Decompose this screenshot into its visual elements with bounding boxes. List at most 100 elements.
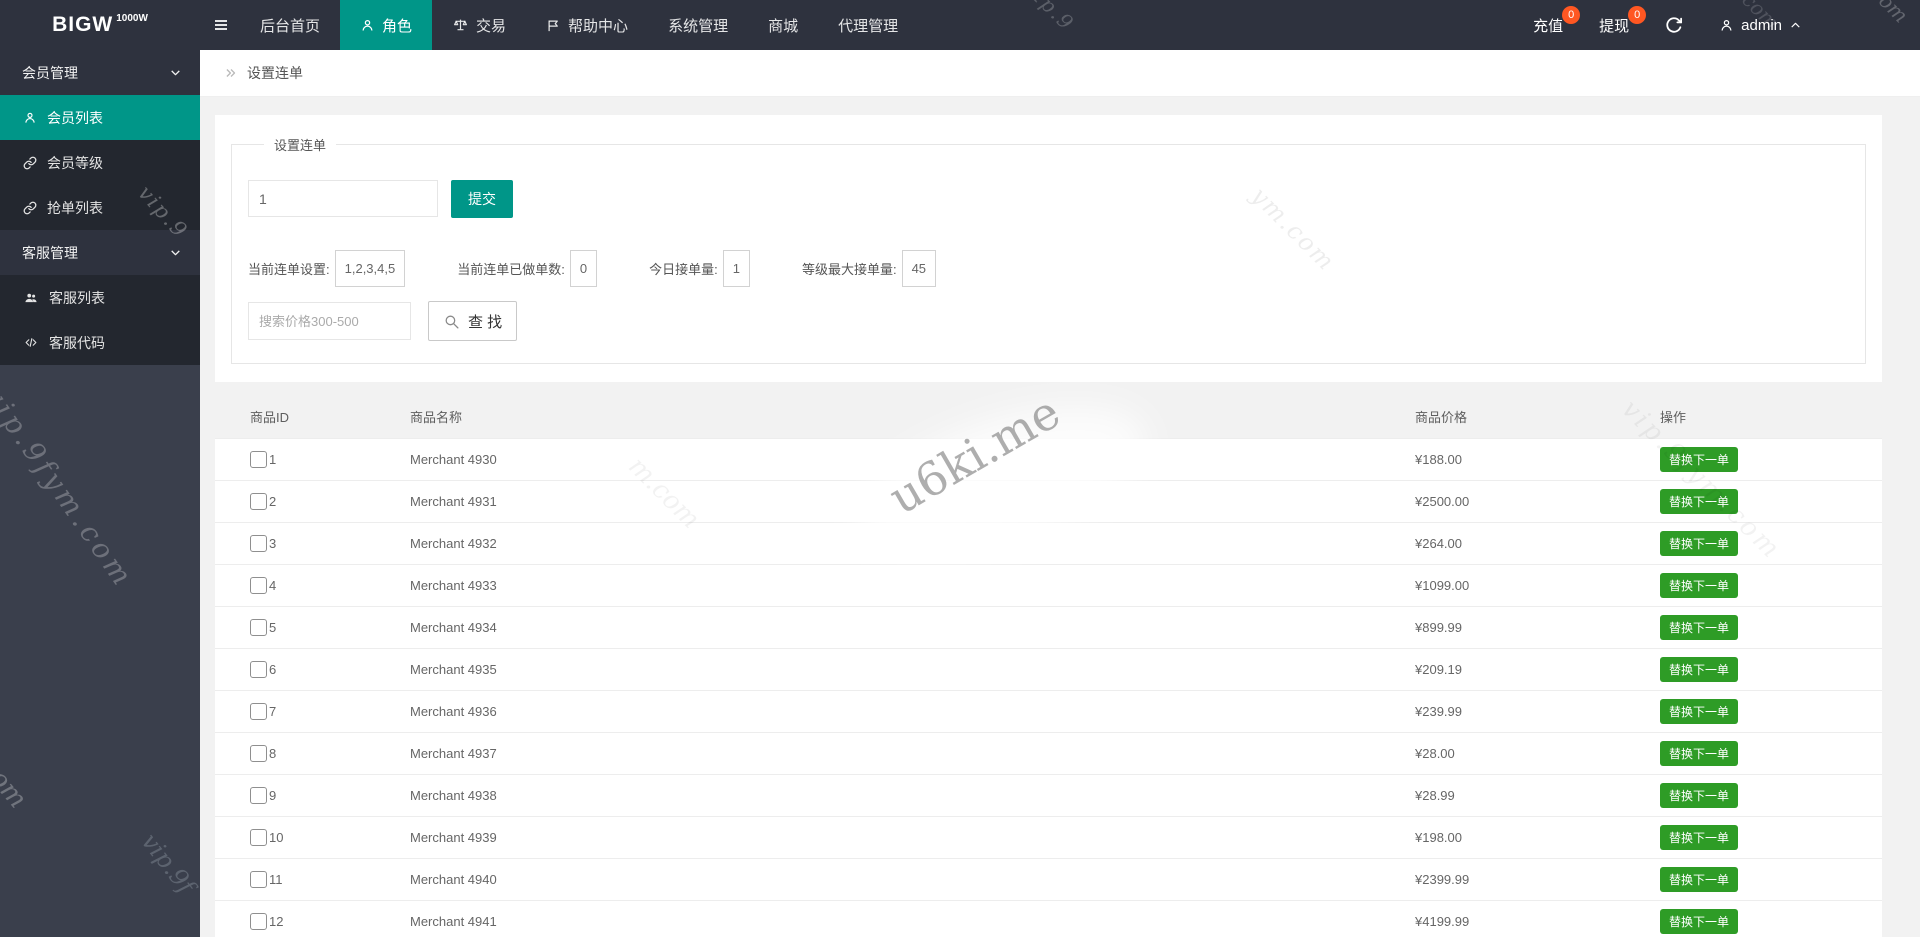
product-name: Merchant 4930 <box>410 452 497 467</box>
row-checkbox[interactable] <box>250 577 267 594</box>
product-price: ¥2500.00 <box>1415 494 1469 509</box>
refresh-icon <box>1665 16 1683 34</box>
replace-next-order-button[interactable]: 替换下一单 <box>1660 531 1738 556</box>
row-checkbox[interactable] <box>250 913 267 930</box>
stat-label: 当前连单已做单数: <box>457 259 565 278</box>
product-id: 7 <box>269 704 276 719</box>
product-id-cell: 12 <box>215 900 410 937</box>
user-icon <box>1719 18 1734 33</box>
product-name: Merchant 4941 <box>410 914 497 929</box>
row-checkbox[interactable] <box>250 829 267 846</box>
product-id-cell: 6 <box>215 648 410 690</box>
product-action-cell: 替换下一单 <box>1660 774 1882 816</box>
sidebar-item-member-list[interactable]: 会员列表 <box>0 95 200 140</box>
product-price: ¥198.00 <box>1415 830 1462 845</box>
nav-item-help-center[interactable]: 帮助中心 <box>526 0 648 50</box>
person-icon <box>360 18 375 33</box>
link-icon <box>23 201 37 215</box>
product-action-cell: 替换下一单 <box>1660 732 1882 774</box>
table-header-row: 商品ID 商品名称 商品价格 操作 <box>215 396 1882 438</box>
stat-today-orders: 今日接单量: 1 <box>649 250 750 287</box>
search-button[interactable]: 查 找 <box>428 301 517 341</box>
product-id: 12 <box>269 914 283 929</box>
product-price-cell: ¥239.99 <box>1415 690 1660 732</box>
product-price: ¥2399.99 <box>1415 872 1469 887</box>
stat-value: 45 <box>902 250 936 287</box>
stat-value: 0 <box>570 250 597 287</box>
row-checkbox[interactable] <box>250 745 267 762</box>
withdraw-button[interactable]: 提现 0 <box>1599 15 1629 36</box>
table-row: 6 Merchant 4935 ¥209.19 替换下一单 <box>215 648 1882 690</box>
stat-value: 1,2,3,4,5 <box>335 250 406 287</box>
sidebar-section-service-management[interactable]: 客服管理 <box>0 230 200 275</box>
replace-next-order-button[interactable]: 替换下一单 <box>1660 783 1738 808</box>
recharge-button[interactable]: 充值 0 <box>1533 15 1563 36</box>
product-action-cell: 替换下一单 <box>1660 522 1882 564</box>
navbar-right: 充值 0 提现 0 admin <box>1533 0 1920 50</box>
sidebar-item-service-list[interactable]: 客服列表 <box>0 275 200 320</box>
hamburger-menu-icon[interactable] <box>212 17 230 33</box>
main-area: 设置连单 设置连单 提交 当前连单设置: 1,2,3,4,5 当前连单已做单数: <box>200 50 1920 937</box>
product-name-cell: Merchant 4933 <box>410 564 1415 606</box>
table-row: 4 Merchant 4933 ¥1099.00 替换下一单 <box>215 564 1882 606</box>
product-id-cell: 7 <box>215 690 410 732</box>
submit-button[interactable]: 提交 <box>451 180 513 218</box>
nav-item-mall[interactable]: 商城 <box>748 0 818 50</box>
product-name-cell: Merchant 4931 <box>410 480 1415 522</box>
replace-next-order-button[interactable]: 替换下一单 <box>1660 615 1738 640</box>
chain-order-input[interactable] <box>248 180 438 217</box>
product-price-cell: ¥899.99 <box>1415 606 1660 648</box>
product-name-cell: Merchant 4940 <box>410 858 1415 900</box>
replace-next-order-button[interactable]: 替换下一单 <box>1660 909 1738 934</box>
product-price-cell: ¥28.99 <box>1415 774 1660 816</box>
product-id: 1 <box>269 452 276 467</box>
product-id-cell: 10 <box>215 816 410 858</box>
product-price-cell: ¥188.00 <box>1415 438 1660 480</box>
row-checkbox[interactable] <box>250 493 267 510</box>
replace-next-order-button[interactable]: 替换下一单 <box>1660 447 1738 472</box>
nav-item-dashboard[interactable]: 后台首页 <box>240 0 340 50</box>
search-button-label: 查 找 <box>468 311 502 332</box>
replace-next-order-button[interactable]: 替换下一单 <box>1660 825 1738 850</box>
nav-item-agents[interactable]: 代理管理 <box>818 0 918 50</box>
stats-row: 当前连单设置: 1,2,3,4,5 当前连单已做单数: 0 今日接单量: 1 等… <box>248 250 1849 287</box>
sidebar-item-label: 抢单列表 <box>47 198 103 218</box>
refresh-button[interactable] <box>1665 16 1683 34</box>
replace-next-order-button[interactable]: 替换下一单 <box>1660 741 1738 766</box>
row-checkbox[interactable] <box>250 619 267 636</box>
product-action-cell: 替换下一单 <box>1660 480 1882 522</box>
row-checkbox[interactable] <box>250 787 267 804</box>
price-search-input[interactable] <box>248 302 411 340</box>
row-checkbox[interactable] <box>250 871 267 888</box>
product-name: Merchant 4933 <box>410 578 497 593</box>
product-id-cell: 2 <box>215 480 410 522</box>
row-checkbox[interactable] <box>250 535 267 552</box>
product-name: Merchant 4934 <box>410 620 497 635</box>
replace-next-order-button[interactable]: 替换下一单 <box>1660 699 1738 724</box>
sidebar-empty-area <box>0 365 200 937</box>
breadcrumb: 设置连单 <box>200 50 1920 97</box>
product-price: ¥1099.00 <box>1415 578 1469 593</box>
nav-item-roles[interactable]: 角色 <box>340 0 432 50</box>
double-chevron-right-icon <box>224 66 238 80</box>
product-price: ¥188.00 <box>1415 452 1462 467</box>
nav-item-transactions[interactable]: 交易 <box>432 0 526 50</box>
replace-next-order-button[interactable]: 替换下一单 <box>1660 657 1738 682</box>
nav-item-system[interactable]: 系统管理 <box>648 0 748 50</box>
replace-next-order-button[interactable]: 替换下一单 <box>1660 573 1738 598</box>
product-price-cell: ¥1099.00 <box>1415 564 1660 606</box>
product-action-cell: 替换下一单 <box>1660 816 1882 858</box>
sidebar-section-member-management[interactable]: 会员管理 <box>0 50 200 95</box>
sidebar-item-service-code[interactable]: 客服代码 <box>0 320 200 365</box>
row-checkbox[interactable] <box>250 451 267 468</box>
row-checkbox[interactable] <box>250 661 267 678</box>
admin-menu[interactable]: admin <box>1719 17 1802 34</box>
recharge-badge: 0 <box>1562 6 1580 24</box>
product-price-cell: ¥209.19 <box>1415 648 1660 690</box>
sidebar-item-member-level[interactable]: 会员等级 <box>0 140 200 185</box>
replace-next-order-button[interactable]: 替换下一单 <box>1660 489 1738 514</box>
replace-next-order-button[interactable]: 替换下一单 <box>1660 867 1738 892</box>
row-checkbox[interactable] <box>250 703 267 720</box>
link-icon <box>23 156 37 170</box>
sidebar-item-grab-order-list[interactable]: 抢单列表 <box>0 185 200 230</box>
